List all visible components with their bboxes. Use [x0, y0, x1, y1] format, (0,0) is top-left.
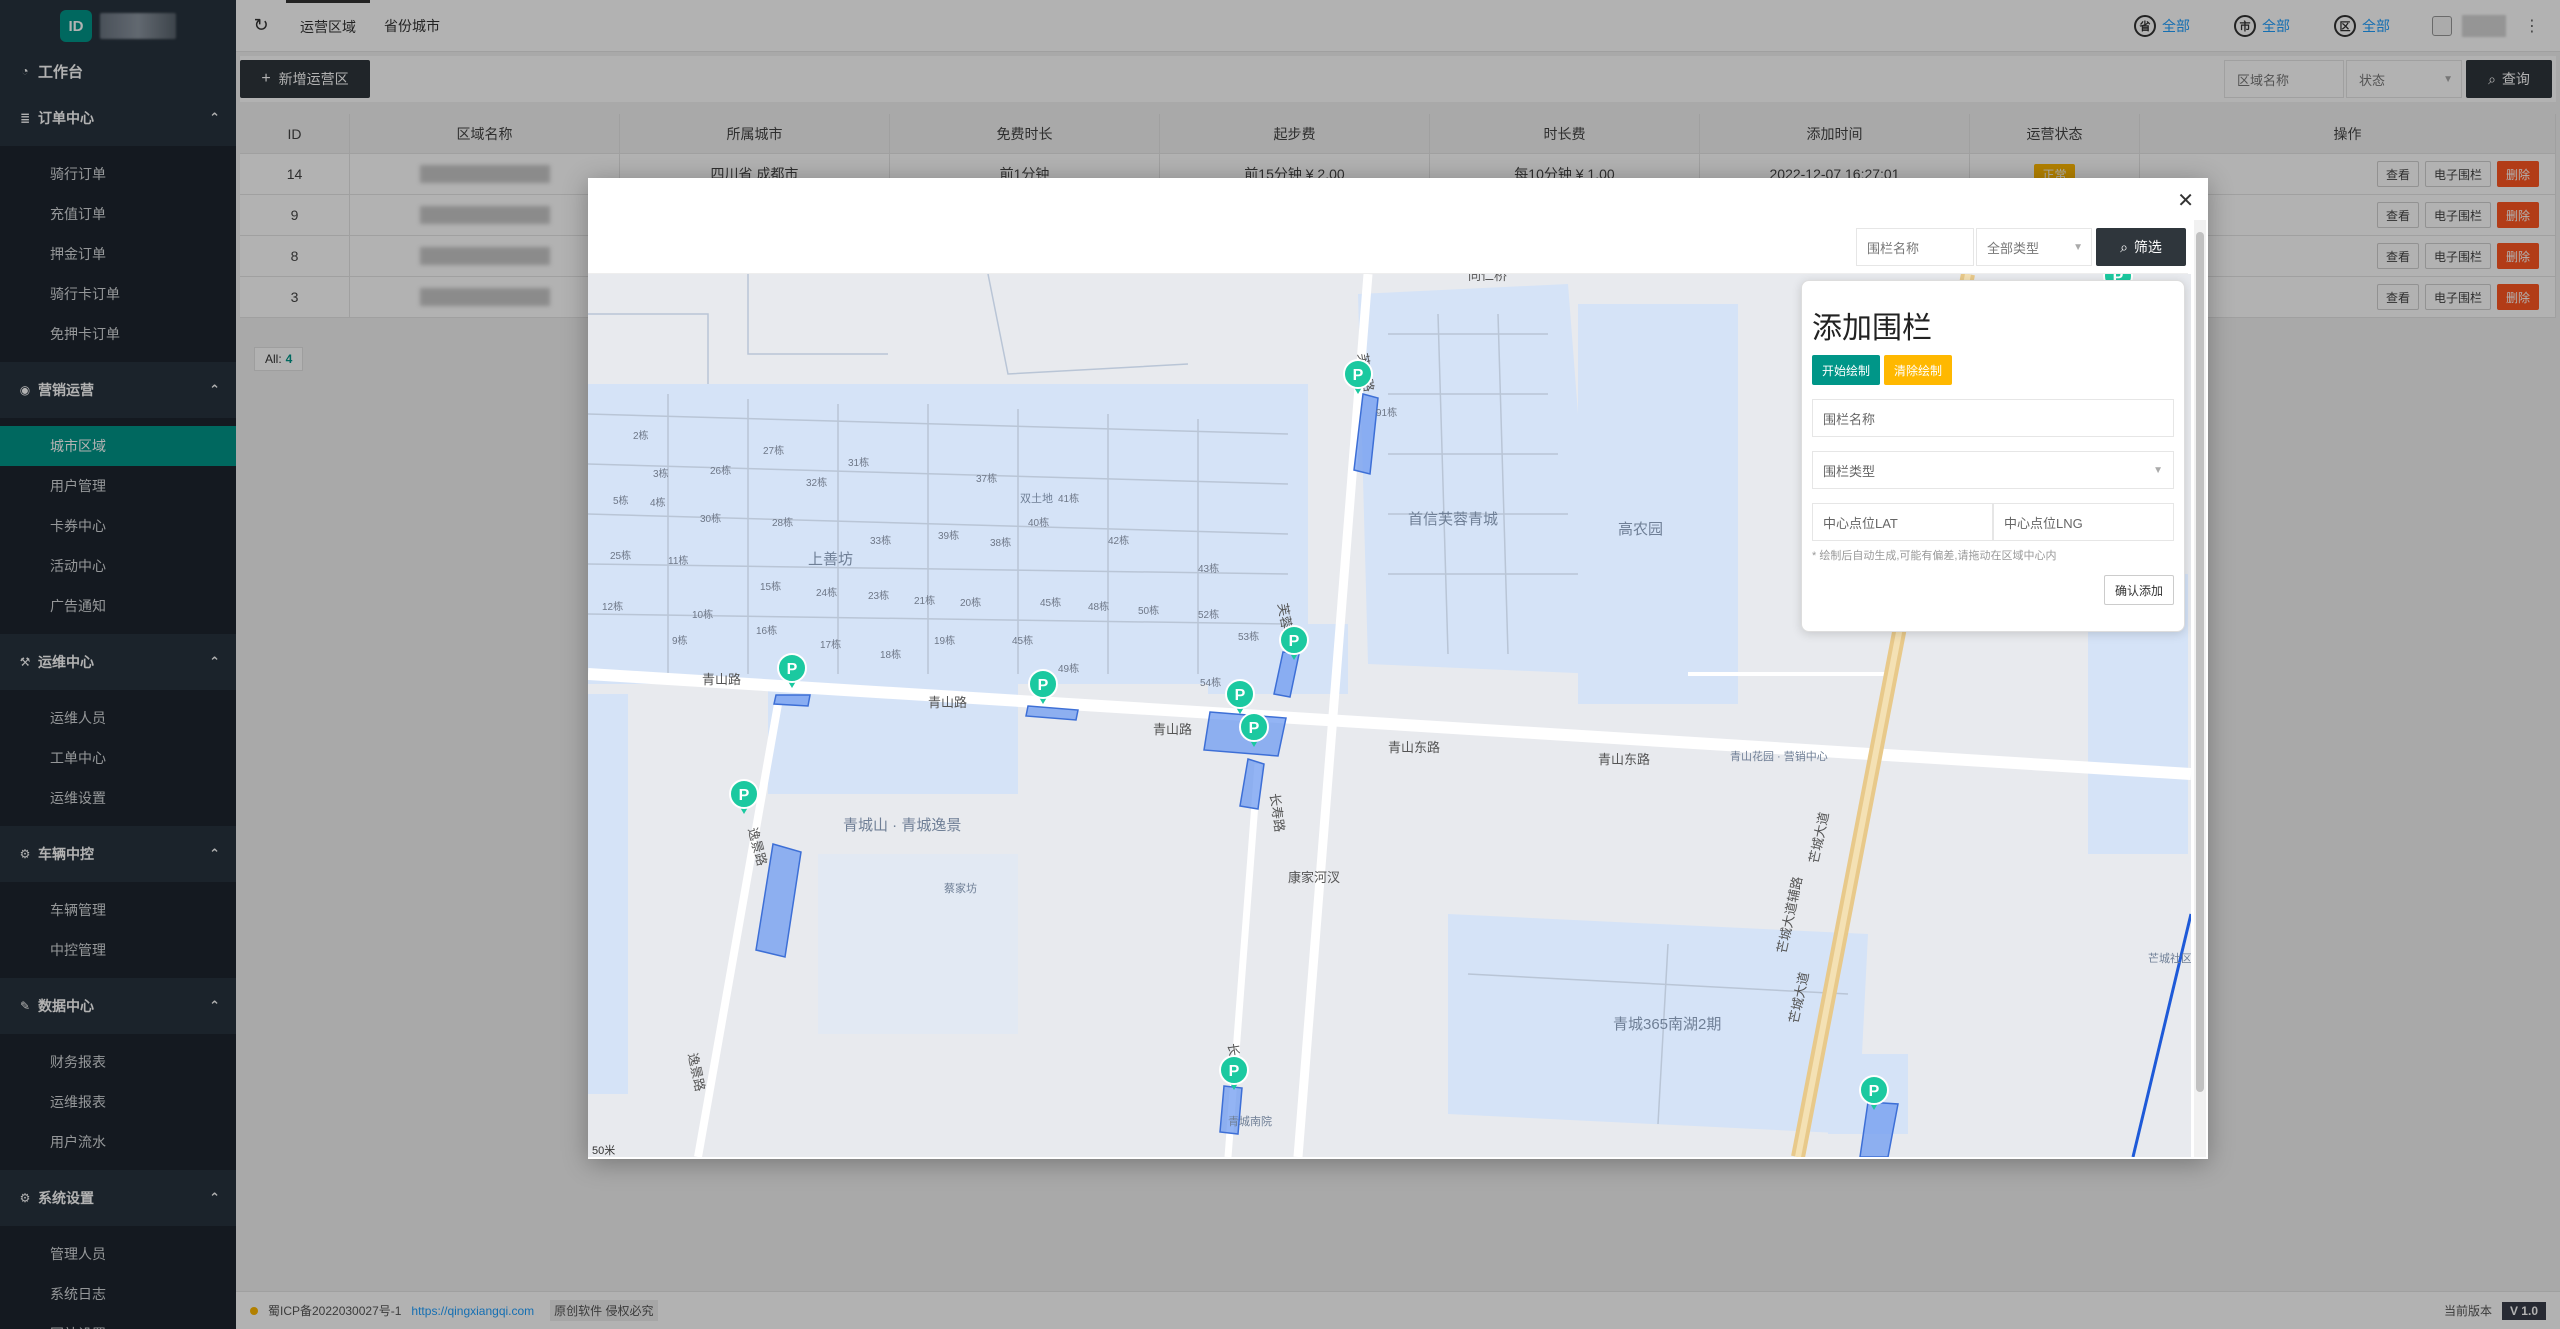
building-label: 38栋 — [990, 536, 1011, 549]
building-label: 9栋 — [672, 634, 688, 647]
building-label: 26栋 — [710, 464, 731, 477]
parking-marker-label: P — [1229, 1063, 1240, 1080]
map[interactable]: 青山路青山路青山路青山东路青山东路芙蓉路芙蓉路长寿路长寿路逸景路逸景路芒城大道芒… — [588, 274, 2191, 1157]
add-fence-panel: 添加围栏 开始绘制 清除绘制 围栏名称 围栏类型 ▼ 中心点位LAT 中心点位L… — [1801, 280, 2185, 632]
place-label: 青城山 · 青城逸景 — [843, 817, 961, 834]
chevron-down-icon: ▼ — [2073, 241, 2083, 253]
road-label: 青山路 — [1153, 722, 1192, 737]
building-label: 45栋 — [1040, 596, 1061, 609]
building-label: 49栋 — [1058, 662, 1079, 675]
place-label: 首信芙蓉青城 — [1408, 511, 1498, 528]
building-label: 17栋 — [820, 638, 841, 651]
place-label: 双土地 — [1020, 492, 1053, 505]
fence-type-value: 全部类型 — [1987, 240, 2040, 256]
building-label: 28栋 — [772, 516, 793, 529]
parking-marker-label: P — [739, 787, 750, 804]
building-label: 2栋 — [633, 429, 649, 442]
filter-button[interactable]: ⌕ 筛选 — [2096, 228, 2186, 266]
fence-name-input[interactable]: 围栏名称 — [1856, 228, 1974, 266]
parking-marker-label: P — [1289, 633, 1300, 650]
scrollbar-thumb[interactable] — [2196, 232, 2204, 1092]
fence-name-field[interactable]: 围栏名称 — [1812, 399, 2174, 437]
building-label: 50栋 — [1138, 604, 1159, 617]
road-label: 康家河汊 — [1288, 870, 1340, 885]
place-label: 青山花园 · 营销中心 — [1730, 749, 1828, 763]
clear-draw-button[interactable]: 清除绘制 — [1884, 355, 1953, 385]
building-label: 45栋 — [1012, 634, 1033, 647]
building-label: 10栋 — [692, 608, 713, 621]
parking-marker-label: P — [1038, 677, 1049, 694]
center-lng-field[interactable]: 中心点位LNG — [1993, 503, 2174, 541]
place-label: 青城南院 — [1228, 1114, 1272, 1128]
parking-marker-label: P — [1235, 687, 1246, 704]
building-label: 54栋 — [1200, 676, 1221, 689]
building-label: 23栋 — [868, 589, 889, 602]
building-label: 15栋 — [760, 580, 781, 593]
building-label: 42栋 — [1108, 534, 1129, 547]
map-scale: 50米 — [592, 1144, 615, 1157]
road-label: 青山东路 — [1388, 740, 1440, 755]
place-label: 蔡家坊 — [944, 881, 977, 895]
place-label: 高农园 — [1618, 521, 1663, 538]
fence-type-field[interactable]: 围栏类型 ▼ — [1812, 451, 2174, 489]
building-label: 4栋 — [650, 496, 666, 509]
place-label: 青城365南湖2期 — [1613, 1016, 1721, 1033]
building-label: 19栋 — [934, 634, 955, 647]
parking-marker-label: P — [1249, 720, 1260, 737]
building-label: 3栋 — [653, 467, 669, 480]
building-label: 27栋 — [763, 444, 784, 457]
building-label: 21栋 — [914, 594, 935, 607]
building-label: 52栋 — [1198, 608, 1219, 621]
center-lat-field[interactable]: 中心点位LAT — [1812, 503, 1993, 541]
road-label: 青山路 — [702, 672, 741, 687]
building-label: 18栋 — [880, 648, 901, 661]
filter-label: 筛选 — [2133, 239, 2162, 255]
building-label: 11栋 — [668, 554, 688, 567]
road-label: 青山路 — [928, 695, 967, 710]
building-label: 91栋 — [1376, 406, 1397, 419]
building-label: 32栋 — [806, 476, 827, 489]
building-label: 25栋 — [610, 549, 631, 562]
building-label: 41栋 — [1058, 492, 1079, 505]
building-label: 31栋 — [848, 456, 869, 469]
fence-type-select[interactable]: 全部类型 ▼ — [1976, 228, 2092, 266]
parking-marker-label: P — [1869, 1083, 1880, 1100]
panel-title: 添加围栏 — [1812, 312, 1932, 345]
building-label: 40栋 — [1028, 516, 1049, 529]
building-label: 12栋 — [602, 600, 623, 613]
building-label: 39栋 — [938, 529, 959, 542]
building-label: 33栋 — [870, 534, 891, 547]
building-label: 53栋 — [1238, 630, 1259, 643]
building-label: 43栋 — [1198, 562, 1219, 575]
building-label: 20栋 — [960, 596, 981, 609]
chevron-down-icon: ▼ — [2153, 464, 2163, 476]
fence-modal: ✕ 围栏名称 全部类型 ▼ ⌕ 筛选 青山路 青山路 青山路 青山东路 青山东路… — [588, 178, 2208, 1159]
panel-hint: * 绘制后自动生成,可能有偏差,请拖动在区域中心内 — [1812, 550, 2057, 562]
close-icon[interactable]: ✕ — [2177, 188, 2194, 213]
start-draw-button[interactable]: 开始绘制 — [1812, 355, 1881, 385]
building-label: 30栋 — [700, 512, 721, 525]
road-label: 同仁桥 — [1468, 274, 1507, 283]
building-label: 16栋 — [756, 624, 777, 637]
building-label: 24栋 — [816, 586, 837, 599]
fence-filter-bar: 围栏名称 全部类型 ▼ ⌕ 筛选 — [588, 220, 2188, 274]
parking-marker-label: P — [787, 661, 798, 678]
search-icon: ⌕ — [2120, 238, 2128, 255]
building-label: 37栋 — [976, 472, 997, 485]
building-label: 48栋 — [1088, 600, 1109, 613]
fence-type-placeholder: 围栏类型 — [1823, 463, 1876, 479]
parking-marker-label: P — [1353, 367, 1364, 384]
building-label: 5栋 — [613, 494, 629, 507]
place-label: 芒城社区 — [2148, 951, 2191, 965]
modal-scrollbar[interactable] — [2194, 220, 2206, 1157]
confirm-add-button[interactable]: 确认添加 — [2103, 575, 2174, 605]
place-label: 上善坊 — [808, 551, 853, 568]
road-label: 青山东路 — [1598, 752, 1650, 767]
